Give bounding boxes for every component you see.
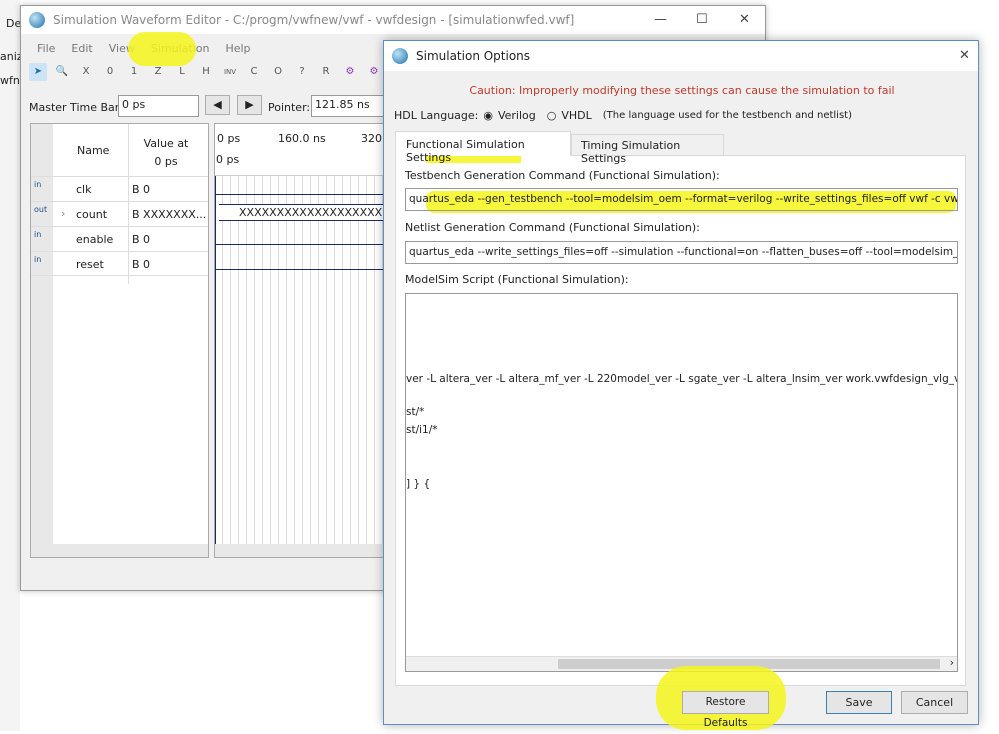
weak-low-icon[interactable]: L [173,63,191,81]
wave-count: XXXXXXXXXXXXXXXXXXX [219,204,393,221]
toolbar: ➤ 🔍 X 0 1 Z L H INV C O ? R ⚙ ⚙ [29,63,383,81]
save-button[interactable]: Save [826,691,892,714]
background-window: De anize wfn [0,0,29,731]
timing-sim-icon[interactable]: ⚙ [365,63,383,81]
dialog-title: Simulation Options [416,49,531,63]
menu-edit[interactable]: Edit [63,42,100,55]
hdl-note: (The language used for the testbench and… [602,110,852,121]
signal-name: reset [76,258,104,271]
menu-view[interactable]: View [101,42,143,55]
scrollbar-thumb[interactable] [558,659,940,669]
app-logo-icon [29,12,45,28]
weak-high-icon[interactable]: H [197,63,215,81]
master-time-bar-input[interactable]: 0 ps [118,95,199,117]
time-tick: 160.0 ns [278,132,326,145]
time-cursor[interactable] [215,176,216,556]
time-tick: 0 ps [217,132,241,145]
restore-defaults-button[interactable]: Restore Defaults [682,691,769,729]
signal-value: B 0 [132,183,151,196]
bg-text: wfn [0,74,20,87]
wave-reset [215,269,393,270]
pointer-value: 121.85 ns [311,95,391,117]
output-pin-icon: out [34,205,48,214]
zoom-tool-icon[interactable]: 🔍 [53,63,71,81]
testbench-command-input[interactable]: quartus_eda --gen_testbench --tool=model… [405,188,958,211]
bg-text: De [6,17,22,30]
horizontal-scrollbar[interactable] [31,544,208,557]
signal-name: count [76,208,108,221]
menu-simulation[interactable]: Simulation [143,42,218,55]
value-column-header: Value at 0 ps [143,137,189,168]
force-high-icon[interactable]: 1 [125,63,143,81]
script-line: st/* [406,406,425,418]
radio-verilog[interactable]: ◉ [483,109,493,122]
caution-text: Caution: Improperly modifying these sett… [469,84,895,97]
title-bar: Simulation Waveform Editor - C:/progm/vw… [21,6,765,34]
time-tick: 320. [361,132,386,145]
netlist-command-input[interactable]: quartus_eda --write_settings_files=off -… [405,241,958,264]
invert-icon[interactable]: INV [221,63,239,81]
master-time-bar-label: Master Time Bar: [29,101,123,114]
testbench-label: Testbench Generation Command (Functional… [405,169,720,182]
script-line: ver -L altera_ver -L altera_mf_ver -L 22… [406,373,958,385]
clock-icon[interactable]: O [269,63,287,81]
close-icon[interactable]: ✕ [739,12,750,27]
horizontal-scrollbar[interactable]: › [406,656,957,671]
input-pin-icon: in [34,230,42,239]
dialog-title-bar: Simulation Options ✕ [384,41,978,71]
waveform-panel[interactable]: 0 ps 160.0 ns 320. 0 ps XXXXXXXXXXXXXXXX… [214,123,394,558]
signal-value: B 0 [132,233,151,246]
pointer-label: Pointer: [268,101,311,114]
prev-transition-button[interactable]: ◀ [205,95,230,115]
script-label: ModelSim Script (Functional Simulation): [405,273,629,286]
tab-functional-simulation[interactable]: Functional Simulation Settings [395,131,571,164]
wave-enable [215,244,393,245]
signal-name: enable [76,233,114,246]
force-low-icon[interactable]: 0 [101,63,119,81]
next-transition-button[interactable]: ▶ [237,95,262,115]
hdl-language-row: HDL Language: ◉ Verilog ○ VHDL (The lang… [394,109,852,122]
menu-file[interactable]: File [29,42,63,55]
modelsim-script-textarea[interactable]: ver -L altera_ver -L altera_mf_ver -L 22… [405,293,958,672]
functional-sim-icon[interactable]: ⚙ [341,63,359,81]
app-logo-icon [392,48,408,64]
tab-timing-simulation[interactable]: Timing Simulation Settings [571,134,724,165]
input-pin-icon: in [34,180,42,189]
signal-row-count[interactable]: out › count B XXXXXXX... [31,201,208,226]
scroll-right-icon[interactable]: › [950,657,954,669]
radio-vhdl[interactable]: ○ [547,109,557,122]
select-tool-icon[interactable]: ➤ [29,63,47,81]
signal-value: B XXXXXXX... [132,208,207,221]
hdl-label: HDL Language: [394,109,479,122]
signal-row-enable[interactable]: in enable B 0 [31,226,208,251]
cursor-label: 0 ps [216,153,240,166]
horizontal-scrollbar[interactable] [215,544,393,557]
window-title: Simulation Waveform Editor - C:/progm/vw… [53,13,575,27]
arbitrary-value-icon[interactable]: ? [293,63,311,81]
script-line: ] } { [406,478,431,490]
input-pin-icon: in [34,255,42,264]
simulation-options-dialog: Simulation Options ✕ Caution: Improperly… [383,40,979,730]
signal-row-reset[interactable]: in reset B 0 [31,251,208,276]
menu-help[interactable]: Help [217,42,258,55]
force-unknown-icon[interactable]: X [77,63,95,81]
signal-list: Name Value at 0 ps in clk B 0 out › coun… [30,123,209,558]
verilog-label[interactable]: Verilog [498,109,536,122]
force-z-icon[interactable]: Z [149,63,167,81]
vhdl-label[interactable]: VHDL [561,109,591,122]
random-value-icon[interactable]: R [317,63,335,81]
wave-clk [215,194,393,195]
minimize-icon[interactable]: — [654,12,667,27]
signal-value: B 0 [132,258,151,271]
close-icon[interactable]: ✕ [959,48,970,63]
signal-row-clk[interactable]: in clk B 0 [31,176,208,201]
maximize-icon[interactable]: ☐ [696,12,708,27]
signal-name: clk [76,183,92,196]
name-column-header: Name [77,144,110,157]
count-value-icon[interactable]: C [245,63,263,81]
expand-chevron-icon[interactable]: › [61,207,65,220]
netlist-label: Netlist Generation Command (Functional S… [405,221,700,234]
script-line: st/i1/* [406,424,438,436]
cancel-button[interactable]: Cancel [901,691,968,714]
